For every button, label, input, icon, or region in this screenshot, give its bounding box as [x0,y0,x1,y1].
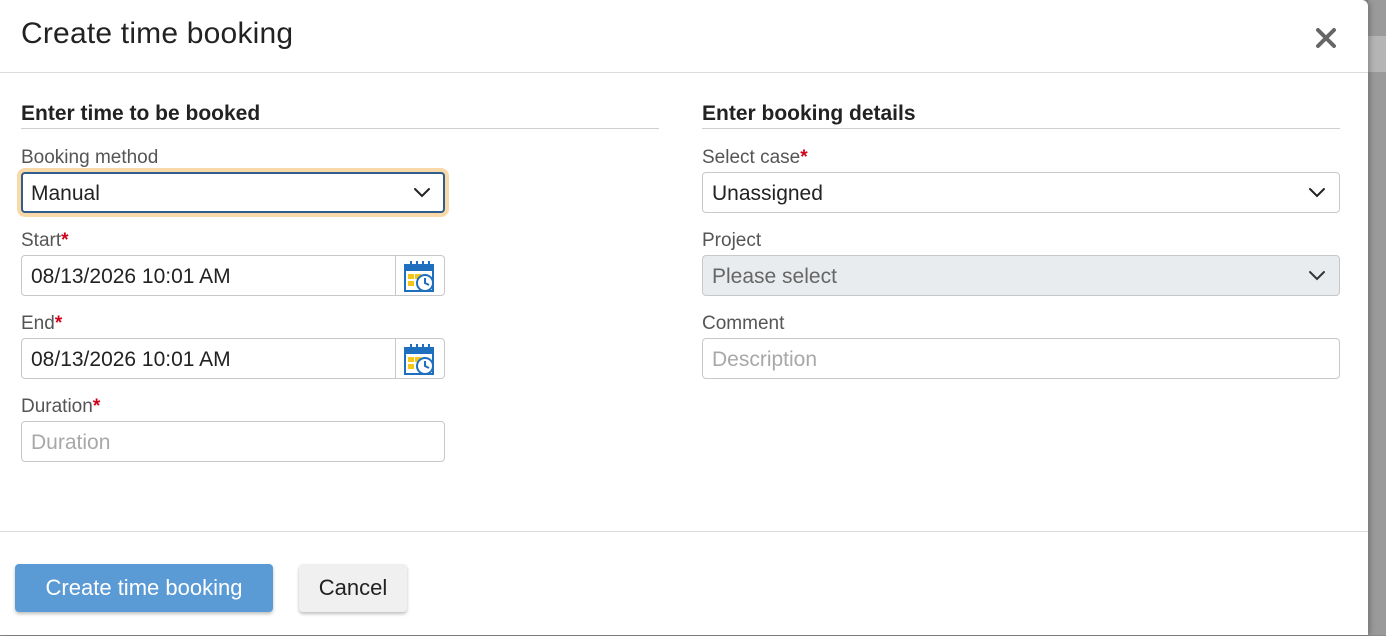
select-case-value: Unassigned [712,182,823,205]
project-label: Project [702,230,762,251]
booking-method-select[interactable]: Manual [21,172,445,213]
comment-placeholder: Description [712,348,818,371]
close-icon [1316,28,1336,48]
close-button[interactable] [1308,20,1344,56]
end-calendar-button[interactable] [395,339,444,378]
start-datetime-value: 08/13/2026 10:01 AM [31,265,231,288]
select-case-label: Select case* [702,147,808,169]
select-case-select[interactable]: Unassigned [702,172,1340,213]
project-value: Please select [712,265,837,288]
backdrop-band [1368,36,1386,72]
page-backdrop [1368,0,1386,635]
start-label: Start* [21,230,69,252]
calendar-clock-icon [404,261,434,292]
dialog-footer: Create time booking Cancel [0,531,1368,636]
required-mark: * [61,230,69,251]
end-label-text: End [21,313,55,334]
start-calendar-button[interactable] [395,256,444,295]
create-time-booking-dialog: Create time booking Enter time to be boo… [0,0,1368,635]
dialog-header: Create time booking [0,0,1368,73]
chevron-down-icon [1309,188,1325,198]
duration-placeholder: Duration [31,431,111,454]
required-mark: * [92,396,101,417]
select-case-label-text: Select case [702,147,801,168]
chevron-down-icon [1309,271,1325,281]
section-divider-time [21,128,659,129]
start-label-text: Start [21,230,62,251]
section-title-details: Enter booking details [702,102,916,125]
comment-label: Comment [702,313,785,334]
booking-method-label: Booking method [21,147,159,168]
booking-method-value: Manual [31,182,100,205]
end-label: End* [21,313,62,335]
section-title-time: Enter time to be booked [21,102,261,125]
duration-label-text: Duration [21,396,93,417]
calendar-clock-icon [404,344,434,375]
end-datetime-value: 08/13/2026 10:01 AM [31,348,231,371]
project-select[interactable]: Please select [702,255,1340,296]
create-time-booking-button[interactable]: Create time booking [15,564,273,612]
duration-input[interactable]: Duration [21,421,445,462]
section-divider-details [702,128,1340,129]
end-datetime-input[interactable]: 08/13/2026 10:01 AM [21,338,445,379]
start-datetime-input[interactable]: 08/13/2026 10:01 AM [21,255,445,296]
required-mark: * [800,147,808,168]
required-mark: * [54,313,63,334]
dialog-title: Create time booking [21,17,294,50]
duration-label: Duration* [21,396,100,418]
comment-input[interactable]: Description [702,338,1340,379]
chevron-down-icon [414,188,430,198]
cancel-button[interactable]: Cancel [299,564,407,612]
